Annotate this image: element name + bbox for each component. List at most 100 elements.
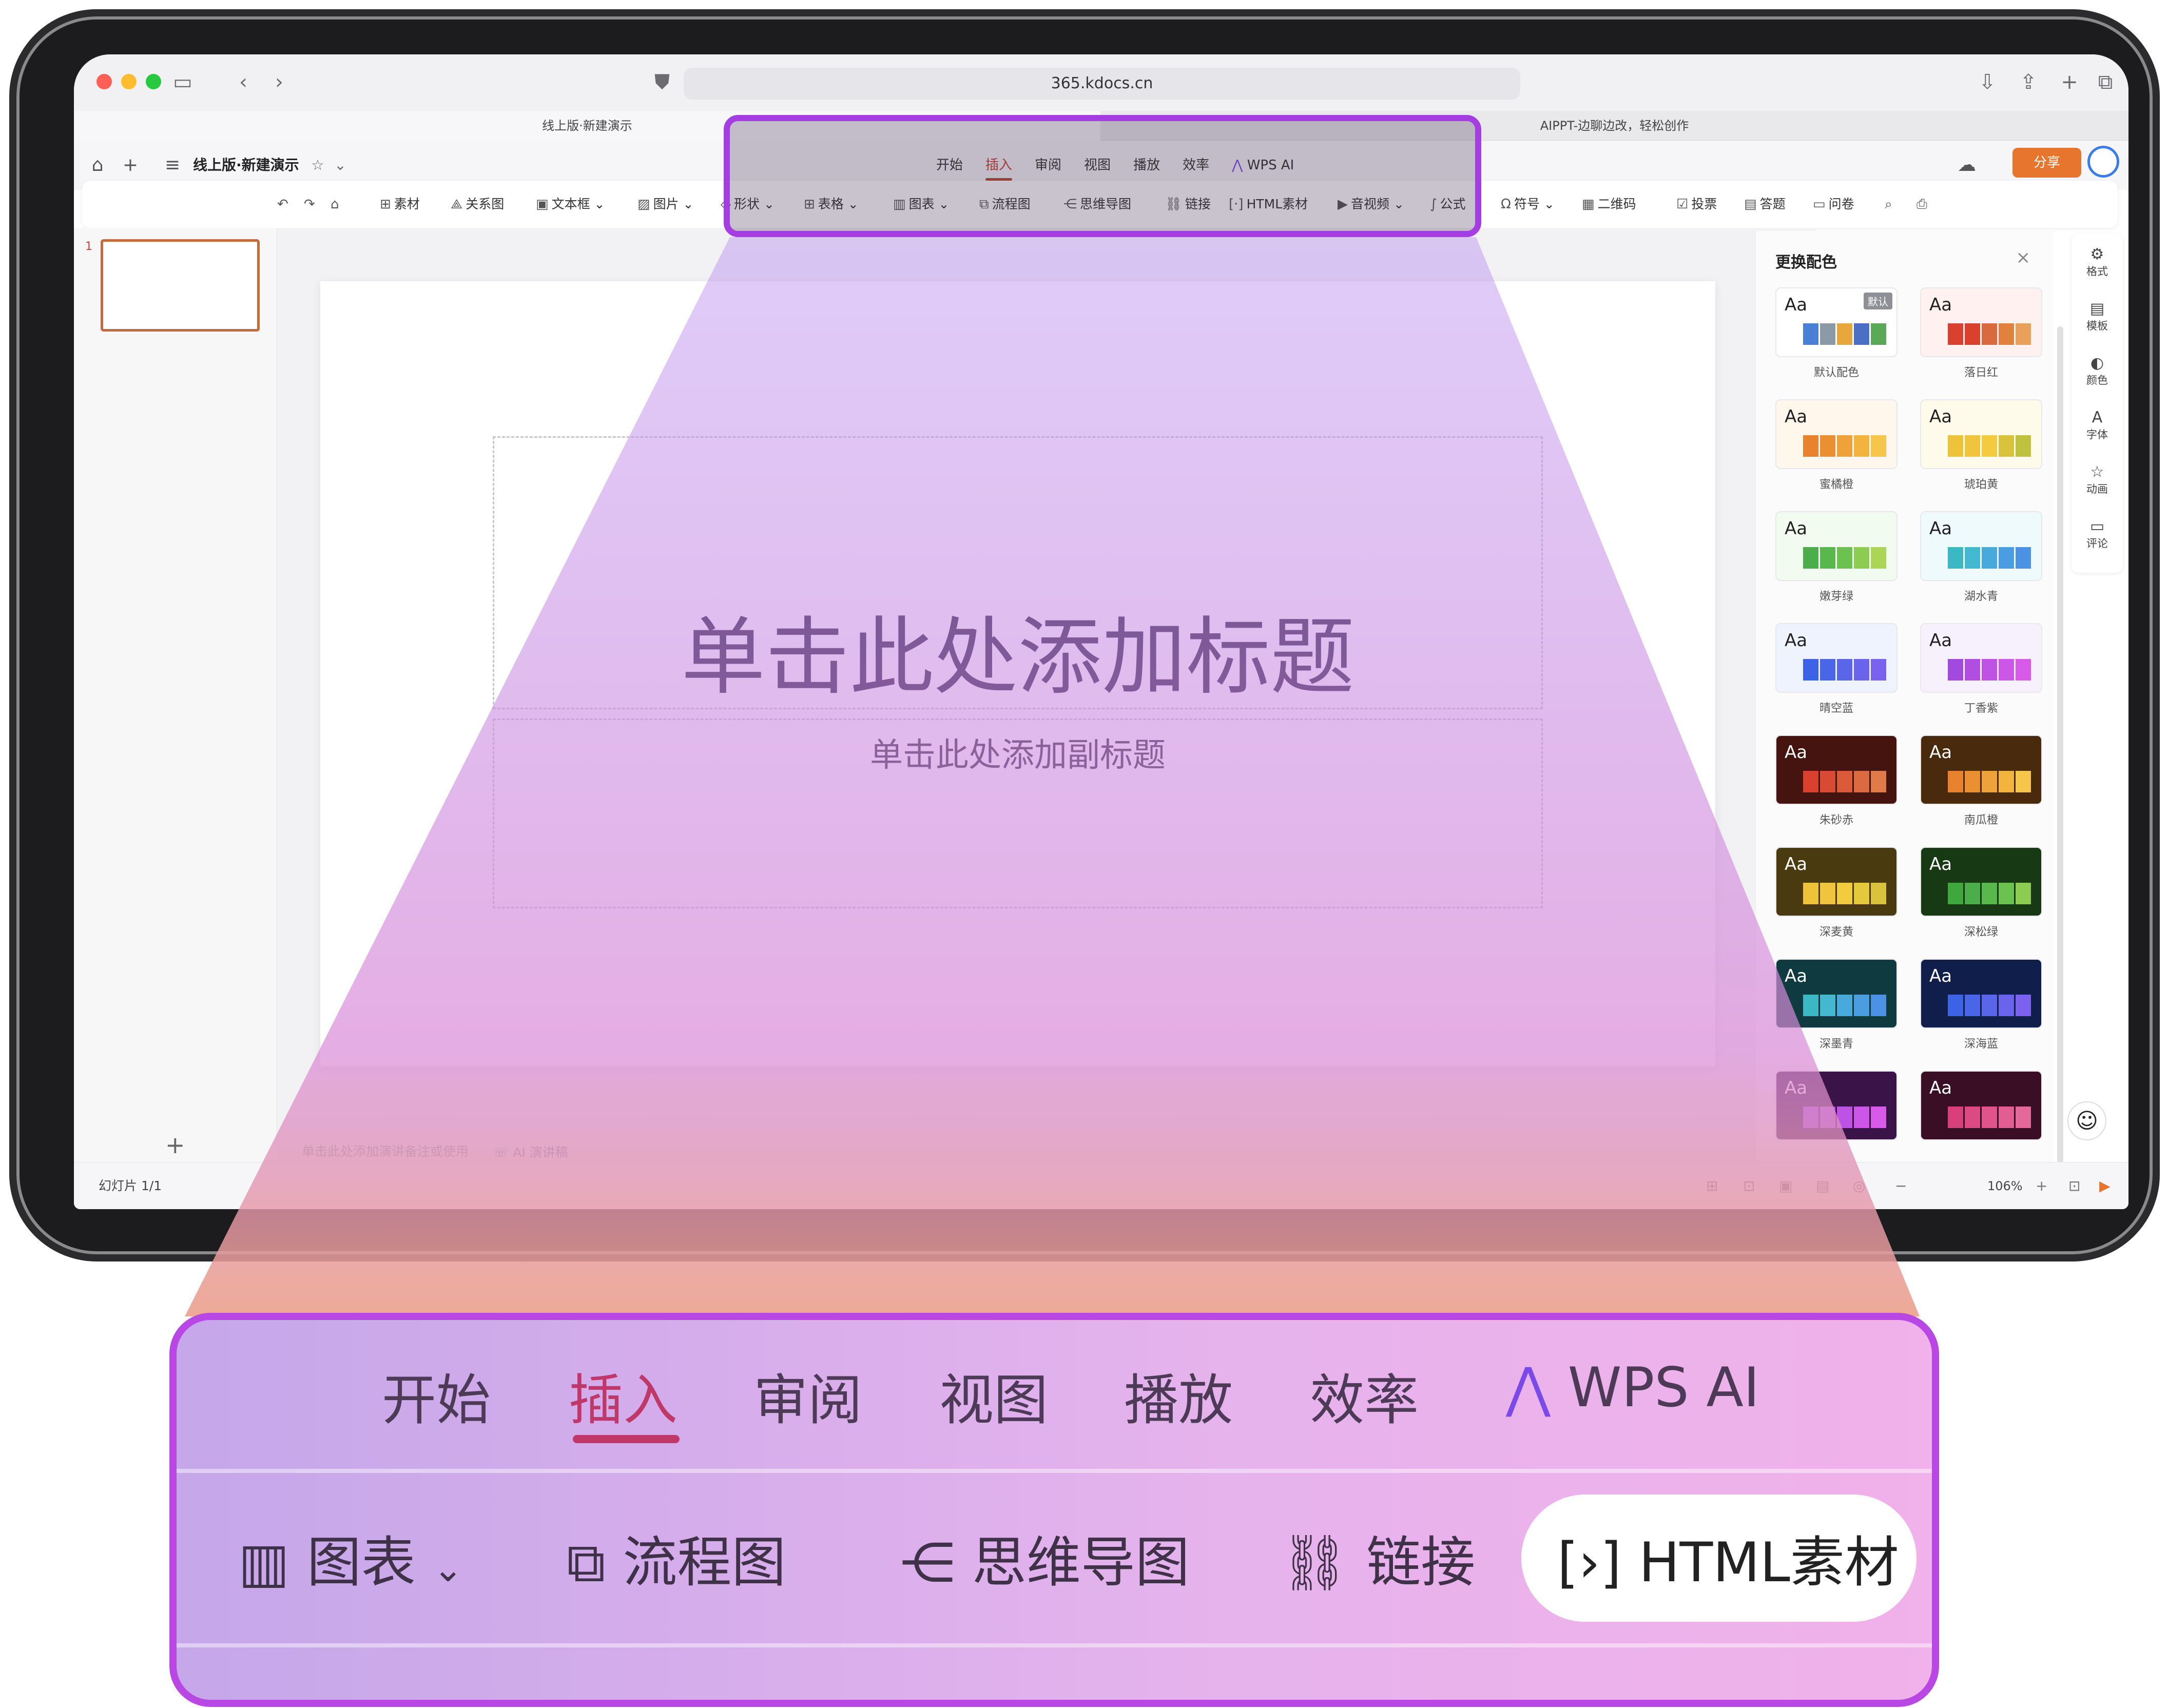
play-slideshow-icon[interactable]: ▶ — [2099, 1162, 2111, 1209]
color-scheme-swatch[interactable]: Aa — [1920, 399, 2042, 469]
scheme-color-bars — [1803, 547, 1886, 569]
reading-view-icon[interactable]: ▤ — [1816, 1162, 1829, 1209]
color-scheme-swatch[interactable]: Aa — [1775, 735, 1898, 805]
panel-scrollbar[interactable] — [2057, 326, 2063, 1163]
scheme-sample-text: Aa — [1929, 630, 1952, 651]
quiz-label: 答题 — [1759, 197, 1786, 211]
zoom-in-icon[interactable]: + — [2036, 1162, 2047, 1209]
scheme-color-bars — [1948, 547, 2031, 569]
document-title[interactable]: 线上版·新建演示 ☆ ⌄ — [193, 154, 346, 177]
color-scheme-swatch[interactable]: Aa — [1775, 959, 1898, 1028]
fit-icon[interactable]: ⊡ — [2068, 1162, 2080, 1209]
add-slide-icon[interactable]: + — [165, 1131, 185, 1159]
color-scheme-swatch[interactable]: Aa — [1775, 399, 1898, 469]
share-button[interactable]: 分享 — [2012, 148, 2081, 178]
callout-html-material-button[interactable]: [›] HTML素材 — [1557, 1518, 1899, 1597]
scheme-name: 朱砂赤 — [1819, 814, 1853, 827]
slide[interactable]: 单击此处添加标题 单击此处添加副标题 — [320, 281, 1715, 1066]
callout-link-button[interactable]: ⛓ 链接 — [1280, 1518, 1475, 1597]
rail-font[interactable]: A 字体 — [2072, 409, 2123, 442]
format-painter-icon[interactable]: ⌂ — [331, 181, 342, 228]
chevron-down-icon[interactable]: ⌄ — [334, 157, 346, 173]
survey-button[interactable]: ▭ 问卷 — [1813, 181, 1854, 228]
shield-icon[interactable]: ⛊ — [648, 68, 676, 96]
close-icon[interactable]: × — [2016, 247, 2031, 268]
rail-template[interactable]: ▤ 模板 — [2072, 300, 2123, 334]
callout-mindmap-button[interactable]: ⋲ 思维导图 — [900, 1518, 1190, 1597]
callout-tab-review[interactable]: 审阅 — [753, 1356, 862, 1435]
star-icon[interactable]: ☆ — [311, 157, 324, 173]
add-icon[interactable]: + — [116, 151, 145, 180]
assistant-icon[interactable]: ☺ — [2067, 1101, 2106, 1140]
callout-chart-button[interactable]: ▥ 图表 ⌄ — [238, 1518, 463, 1597]
menu-icon[interactable]: ≡ — [158, 151, 187, 180]
color-scheme-swatch[interactable]: Aa — [1920, 847, 2042, 917]
ai-notes-button[interactable]: ☏ AI 演讲稿 — [493, 1142, 568, 1161]
vote-button[interactable]: ☑ 投票 — [1676, 181, 1717, 228]
globe-icon[interactable]: ◎ — [1853, 1162, 1865, 1209]
color-scheme-swatch[interactable]: Aa — [1775, 623, 1898, 693]
rail-format[interactable]: ⚙ 格式 — [2072, 245, 2123, 279]
speaker-notes[interactable]: 单击此处添加演讲备注或使用 — [302, 1141, 469, 1160]
normal-view-icon[interactable]: ▣ — [1779, 1162, 1792, 1209]
qrcode-button[interactable]: ▦ 二维码 — [1582, 181, 1636, 228]
tab-overview-icon[interactable]: ⧉ — [2091, 68, 2120, 96]
color-scheme-swatch[interactable]: Aa — [1920, 1071, 2042, 1140]
wps-ai-logo-icon: ⋀ — [1506, 1356, 1551, 1419]
textbox-button[interactable]: ▣ 文本框 ⌄ — [536, 181, 605, 228]
symbol-button[interactable]: Ω 符号 ⌄ — [1501, 181, 1555, 228]
print-icon[interactable]: ⎙ — [1917, 181, 1930, 228]
callout-tab-play[interactable]: 播放 — [1124, 1356, 1233, 1435]
callout-tab-start[interactable]: 开始 — [382, 1356, 491, 1435]
minimize-window-button[interactable] — [121, 74, 137, 89]
download-icon[interactable]: ⇩ — [1973, 68, 2002, 96]
relation-diagram-button[interactable]: ⟁ 关系图 — [451, 181, 504, 228]
color-scheme-swatch[interactable]: Aa — [1920, 959, 2042, 1028]
quiz-button[interactable]: ▤ 答题 — [1744, 181, 1786, 228]
rail-comment[interactable]: ▭ 评论 — [2072, 517, 2123, 551]
share-sheet-icon[interactable]: ⇪ — [2014, 68, 2043, 96]
qrcode-label: 二维码 — [1597, 197, 1636, 211]
zoom-out-icon[interactable]: − — [1895, 1162, 1907, 1209]
back-arrow-icon[interactable]: ‹ — [229, 68, 258, 96]
color-scheme-swatch[interactable]: Aa — [1920, 623, 2042, 693]
color-scheme-swatch[interactable]: Aa 默认 — [1775, 287, 1898, 357]
material-button[interactable]: ⊞ 素材 — [380, 181, 420, 228]
zoom-level[interactable]: 106% — [1987, 1162, 2023, 1209]
new-tab-icon[interactable]: + — [2055, 68, 2084, 96]
slide-subtitle[interactable]: 单击此处添加副标题 — [320, 729, 1715, 776]
sorter-view-icon[interactable]: ⊡ — [1743, 1162, 1755, 1209]
callout-tab-view[interactable]: 视图 — [939, 1356, 1048, 1435]
callout-tab-wps-ai[interactable]: ⋀ WPS AI — [1506, 1356, 1759, 1419]
slide-thumbnail[interactable] — [101, 239, 260, 332]
callout-tab-efficiency[interactable]: 效率 — [1310, 1356, 1419, 1435]
color-scheme-swatch[interactable]: Aa — [1920, 511, 2042, 581]
color-bar — [1999, 995, 2014, 1016]
scheme-color-bars — [1803, 1107, 1886, 1128]
rail-animation[interactable]: ☆ 动画 — [2072, 463, 2123, 497]
color-bar — [1965, 1107, 1980, 1128]
home-icon[interactable]: ⌂ — [83, 151, 112, 180]
color-scheme-swatch[interactable]: Aa — [1920, 735, 2042, 805]
slide-title[interactable]: 单击此处添加标题 — [320, 589, 1715, 711]
forward-arrow-icon[interactable]: › — [265, 68, 294, 96]
zoom-window-button[interactable] — [146, 74, 161, 89]
undo-icon[interactable]: ↶ — [277, 181, 292, 228]
callout-tab-insert[interactable]: 插入 — [569, 1356, 678, 1435]
picture-button[interactable]: ▨ 图片 ⌄ — [637, 181, 694, 228]
redo-icon[interactable]: ↷ — [304, 181, 318, 228]
rail-color[interactable]: ◐ 颜色 — [2072, 354, 2123, 388]
close-window-button[interactable] — [96, 74, 112, 89]
scheme-color-bars — [1948, 995, 2031, 1016]
color-scheme-swatch[interactable]: Aa — [1775, 1071, 1898, 1140]
callout-flowchart-button[interactable]: ⧉ 流程图 — [567, 1518, 786, 1597]
sidebar-toggle-icon[interactable]: ▭ — [168, 68, 197, 96]
search-icon[interactable]: ⌕ — [1885, 181, 1895, 228]
color-scheme-swatch[interactable]: Aa — [1920, 287, 2042, 357]
cloud-icon[interactable]: ☁ — [1952, 151, 1981, 180]
address-bar[interactable]: 365.kdocs.cn — [684, 68, 1520, 100]
color-scheme-swatch[interactable]: Aa — [1775, 511, 1898, 581]
grid-view-icon[interactable]: ⊞ — [1706, 1162, 1718, 1209]
avatar[interactable] — [2087, 146, 2119, 178]
color-scheme-swatch[interactable]: Aa — [1775, 847, 1898, 917]
